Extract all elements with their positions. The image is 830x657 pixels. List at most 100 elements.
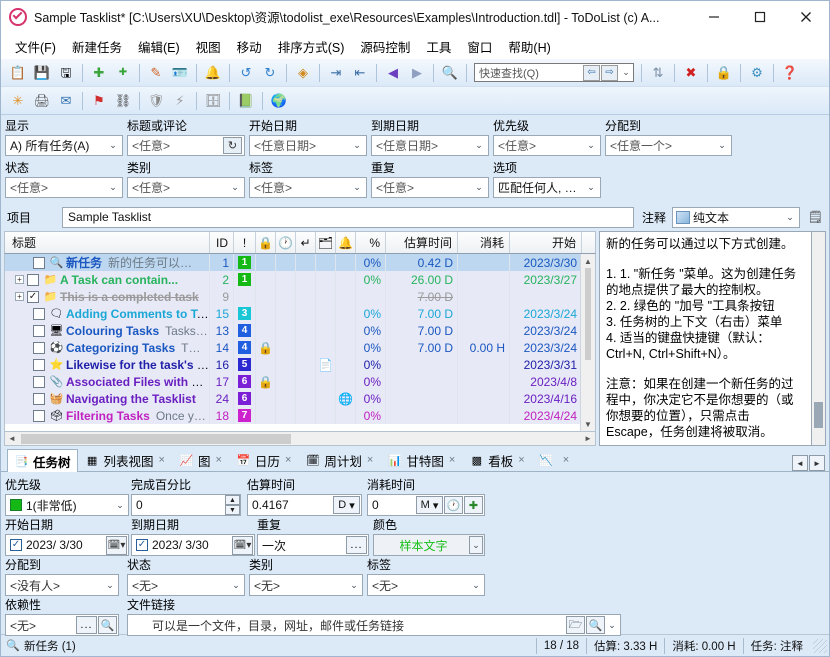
flag-icon[interactable]: ⚑ [88, 90, 110, 112]
menu-item-edit[interactable]: 编辑(E) [130, 34, 188, 59]
task-title-cell[interactable]: 📎 Associated Files with T... [5, 373, 210, 390]
estimate-unit-button[interactable]: D ▾ [333, 496, 360, 514]
menu-item-file[interactable]: 文件(F) [7, 34, 64, 59]
tab-甘特图[interactable]: 📊 甘特图 × [380, 448, 462, 471]
table-row[interactable]: ⚽ Categorizing Tasks T… 14 4 🔒 0% 7.00 D 0.00 H2… [5, 339, 580, 356]
task-checkbox[interactable] [33, 307, 45, 320]
chevron-down-icon[interactable]: ⌄ [113, 500, 127, 511]
close-icon[interactable]: × [449, 454, 455, 466]
column-header-title[interactable]: 标题 [5, 232, 210, 253]
hscroll-thumb[interactable] [21, 433, 291, 444]
task-checkbox[interactable]: ✓ [27, 290, 39, 303]
table-row[interactable]: 🔍新任务新的任务可以…110%0.42 D2023/3/302023 [5, 254, 580, 271]
due-date-picker-icon[interactable]: 🗓▾ [232, 535, 253, 555]
scroll-up-icon[interactable]: ▲ [581, 254, 595, 268]
chevron-down-icon[interactable]: ⌄ [715, 140, 729, 151]
form-percent-input[interactable]: 0 ▲ ▼ [131, 494, 241, 516]
menu-item-sourcecontrol[interactable]: 源码控制 [352, 34, 418, 59]
filter-tags-combo[interactable]: <任意> ⌄ [249, 177, 367, 198]
search-icon[interactable]: 🔍 [98, 616, 117, 634]
add-time-icon[interactable]: ✚ [464, 496, 483, 514]
chevron-down-icon[interactable]: ⌄ [229, 580, 243, 591]
add-task-icon[interactable]: ✚ [88, 62, 110, 84]
chevron-down-icon[interactable]: ⌄ [472, 140, 486, 151]
filter-title-comment-input[interactable]: <任意> ↻ [127, 135, 245, 156]
comment-text[interactable]: 新的任务可以通过以下方式创建。 1. 1. "新任务 "菜单。这为创建任务的地点… [599, 231, 812, 446]
web-icon[interactable]: 🌍 [268, 90, 290, 112]
comment-vscroll-thumb[interactable] [814, 402, 823, 428]
column-header-spent[interactable]: 消耗 [458, 232, 510, 253]
chevron-down-icon[interactable]: ⌄ [783, 212, 797, 223]
spin-up-icon[interactable]: ▲ [225, 495, 240, 505]
start-date-picker-icon[interactable]: 🗓▾ [106, 535, 127, 555]
task-title-cell[interactable]: ⭐ Likewise for the task's ... [5, 356, 210, 373]
archive-icon[interactable]: 🗄 [202, 90, 224, 112]
task-list-hscrollbar[interactable]: ◄ ► [4, 432, 596, 446]
save-all-icon[interactable]: 🖫 [55, 62, 77, 84]
table-row[interactable]: 🖥 Colouring Tasks Tasks… 13 4 0% 7.00 D 2023/3/… [5, 322, 580, 339]
menu-item-view[interactable]: 视图 [188, 34, 229, 59]
tab-burndown-icon[interactable]: 📉 × [532, 448, 576, 471]
save-icon[interactable]: 💾 [31, 62, 53, 84]
task-checkbox[interactable] [27, 273, 39, 286]
form-start-date-input[interactable]: ✓ 2023/ 3/30 🗓▾ [5, 534, 129, 556]
close-button[interactable] [783, 1, 829, 33]
percent-spinner[interactable]: ▲ ▼ [225, 495, 240, 515]
filter-options-combo[interactable]: 匹配任何人, … ⌄ [493, 177, 601, 198]
comment-vscrollbar[interactable] [812, 231, 826, 446]
table-row[interactable]: + ✓ 📁 This is a completed task 9 7.00 D [5, 288, 580, 305]
maximize-button[interactable] [737, 1, 783, 33]
expand-icon[interactable]: + [15, 292, 24, 301]
filter-due-date-combo[interactable]: <任意日期> ⌄ [371, 135, 489, 156]
task-checkbox[interactable] [33, 409, 45, 422]
outdent-icon[interactable]: ⇤ [349, 62, 371, 84]
tab-next-button[interactable]: ► [809, 455, 825, 471]
task-title-cell[interactable]: 🧺 Navigating the Tasklist [5, 390, 210, 407]
filter-recurrence-combo[interactable]: <任意> ⌄ [371, 177, 489, 198]
column-header-lock[interactable]: 🔒 [256, 232, 276, 253]
task-checkbox[interactable] [33, 324, 45, 337]
lock-icon[interactable]: 🔒 [713, 62, 735, 84]
spin-down-icon[interactable]: ▼ [225, 505, 240, 515]
filter-priority-combo[interactable]: <任意> ⌄ [493, 135, 601, 156]
notes-format-combo[interactable]: 纯文本 ⌄ [672, 206, 800, 228]
indent-icon[interactable]: ⇥ [325, 62, 347, 84]
tab-看板[interactable]: ▩ 看板 × [462, 448, 531, 471]
tab-周计划[interactable]: 🗓 周计划 × [298, 448, 380, 471]
find-next-button[interactable]: ⇨ [601, 64, 618, 81]
refresh-icon[interactable]: ↻ [223, 137, 242, 154]
prev-icon[interactable]: ◀ [382, 62, 404, 84]
add-subtask-icon[interactable]: ✚ [112, 62, 134, 84]
spellcheck-icon[interactable]: ◈ [292, 62, 314, 84]
delete-icon[interactable]: ✖ [680, 62, 702, 84]
form-tags-combo[interactable]: <无> ⌄ [367, 574, 485, 596]
column-header-recur[interactable]: ↵ [296, 232, 316, 253]
task-title-cell[interactable]: 🗨 Adding Comments to T... [5, 305, 210, 322]
tab-日历[interactable]: 📅 日历 × [229, 448, 298, 471]
custom-icon[interactable]: ✳ [7, 90, 29, 112]
column-header-pct[interactable]: % [356, 232, 386, 253]
folder-open-icon[interactable]: 🗁 [566, 616, 585, 634]
resize-grip[interactable] [813, 638, 827, 653]
chevron-down-icon[interactable]: ⌄ [584, 182, 598, 193]
form-spent-input[interactable]: 0 M ▾ 🕐 ✚ [367, 494, 485, 516]
chevron-down-icon[interactable]: ⌄ [350, 182, 364, 193]
table-row[interactable]: 🧺Navigating the Tasklist246🌐0%2023/4/162… [5, 390, 580, 407]
column-header-id[interactable]: ID [210, 232, 234, 253]
table-row[interactable]: + 📁 A Task can contain... 2 1 0% 26.00 D 2023/3… [5, 271, 580, 288]
table-row[interactable]: ⭐ Likewise for the task's ... 16 5 📄 0% 2023/3… [5, 356, 580, 373]
filter-allocate-to-combo[interactable]: <任意一个> ⌄ [605, 135, 732, 156]
form-dependency-input[interactable]: <无> ... 🔍 [5, 614, 119, 636]
form-category-combo[interactable]: <无> ⌄ [249, 574, 363, 596]
column-header-file[interactable]: 🗂 [316, 232, 336, 253]
scroll-left-icon[interactable]: ◄ [5, 434, 19, 443]
filter-category-combo[interactable]: <任意> ⌄ [127, 177, 245, 198]
menu-item-sort[interactable]: 排序方式(S) [270, 34, 353, 59]
table-row[interactable]: 📎 Associated Files with T... 17 6 🔒 0% 2023/4/… [5, 373, 580, 390]
project-name-input[interactable]: Sample Tasklist [62, 206, 634, 228]
chevron-down-icon[interactable]: ⌄ [469, 536, 483, 554]
form-file-link-input[interactable]: 可以是一个文件，目录，网址，邮件或任务链接 🗁 🔍 ⌄ [127, 614, 621, 636]
calendar-note-icon[interactable]: 🗒 [805, 207, 826, 228]
chevron-down-icon[interactable]: ⌄ [347, 580, 361, 591]
find-icon[interactable]: 🔍 [439, 62, 461, 84]
